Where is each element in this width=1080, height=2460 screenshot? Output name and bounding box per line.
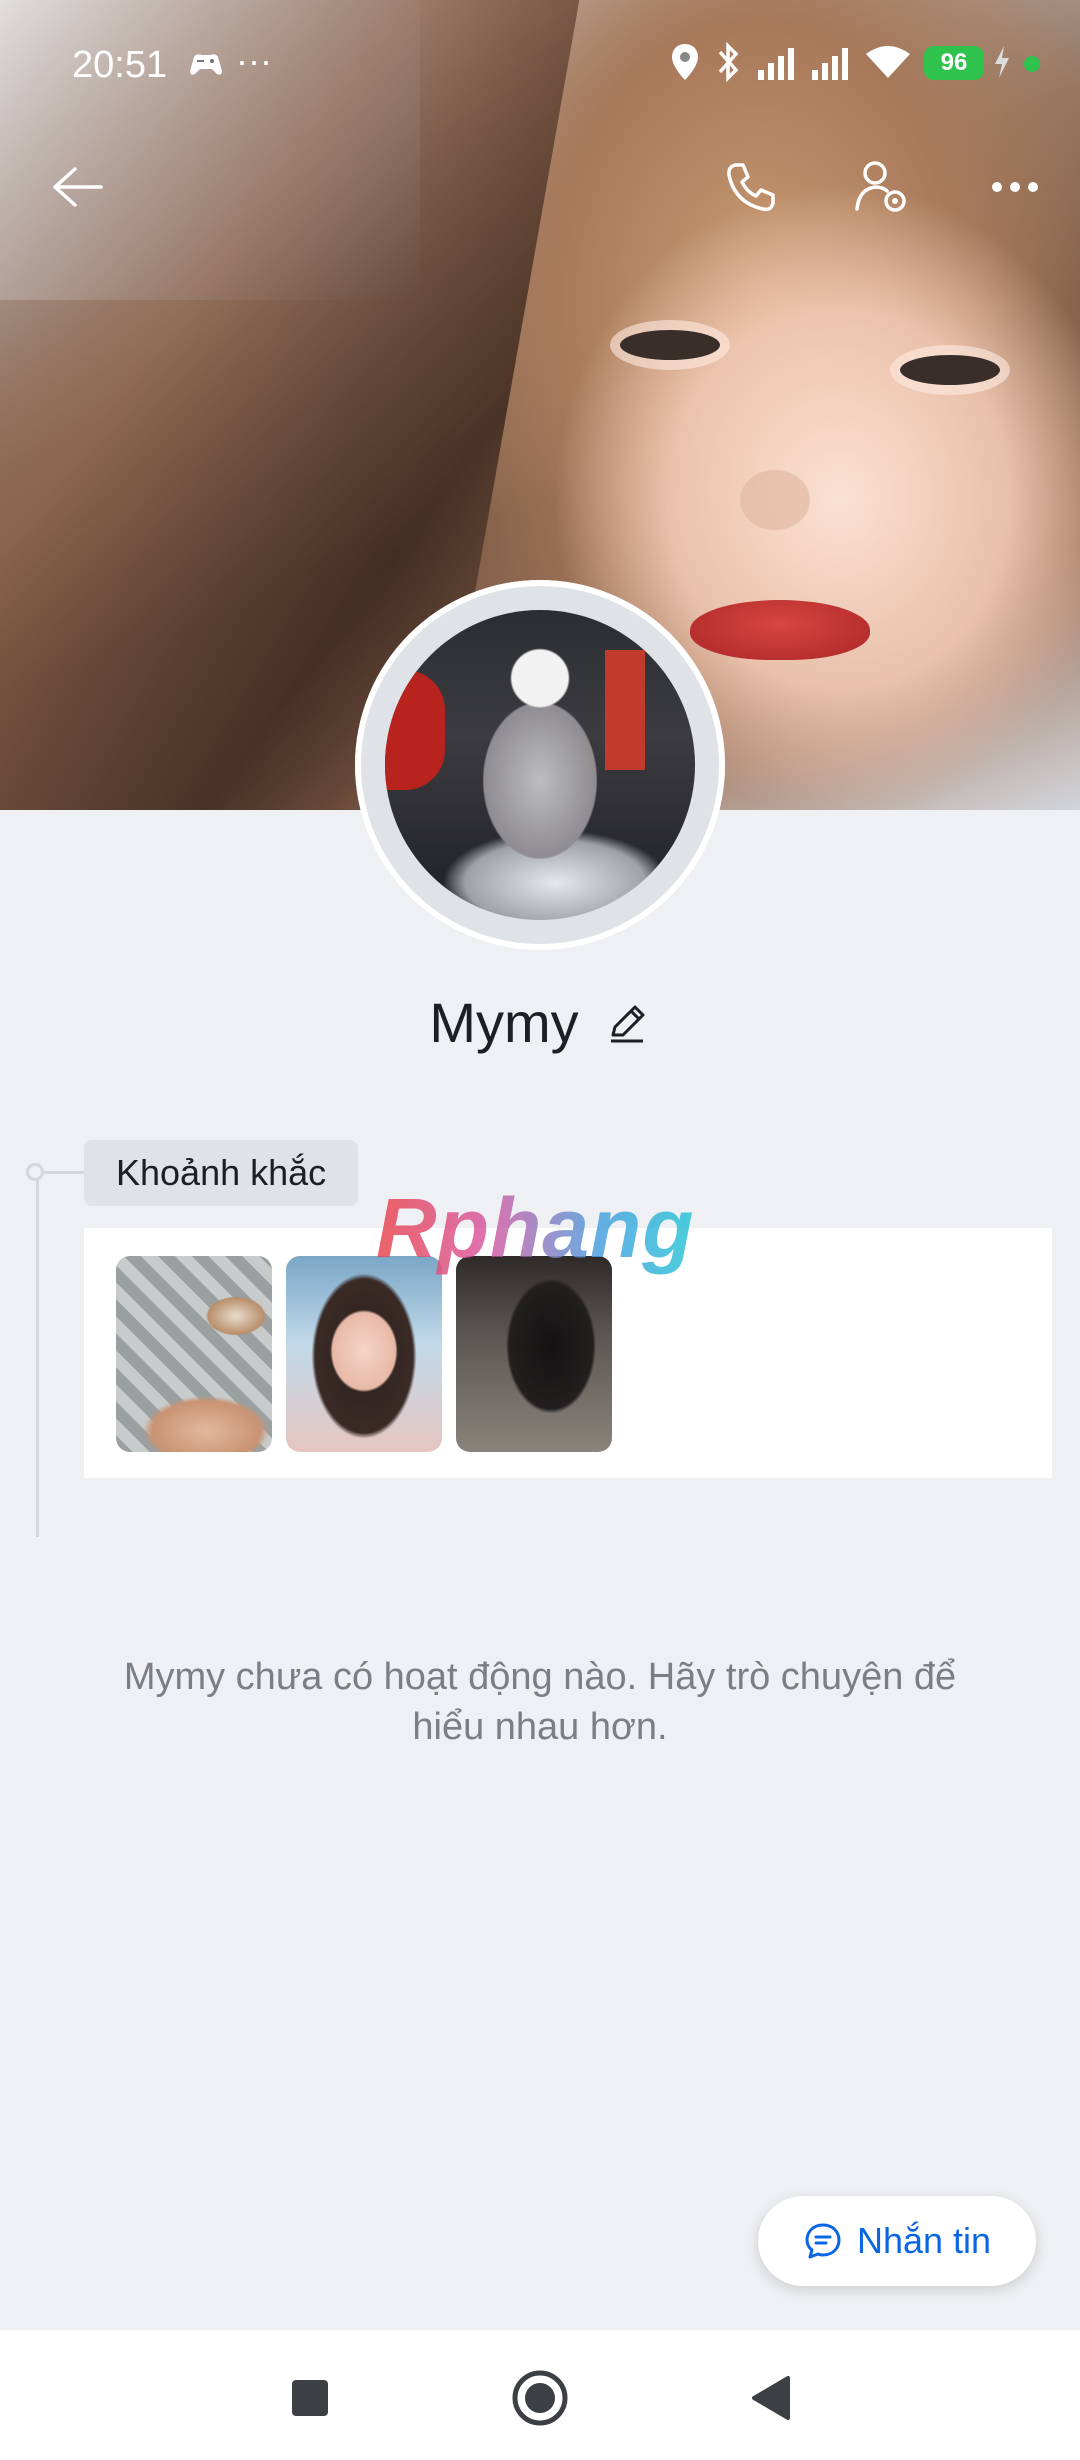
edit-name-button[interactable] — [603, 999, 651, 1047]
triangle-back-icon — [752, 2376, 790, 2420]
profile-settings-button[interactable] — [838, 142, 928, 232]
signal-1-icon — [756, 46, 800, 91]
timeline-connector — [44, 1171, 84, 1174]
charging-icon — [992, 44, 1012, 89]
timeline-line — [36, 1172, 39, 1537]
signal-2-icon — [810, 46, 854, 91]
chat-bubble-icon — [803, 2221, 843, 2261]
profile-name: Mymy — [429, 991, 579, 1054]
back-button[interactable] — [32, 142, 122, 232]
moment-thumbnail-2[interactable] — [286, 1256, 442, 1452]
moment-thumbnail-3[interactable] — [456, 1256, 612, 1452]
avatar[interactable] — [385, 610, 695, 920]
message-button-label: Nhắn tin — [856, 2220, 992, 2261]
moment-thumbnail-1[interactable] — [116, 1256, 272, 1452]
watermark-logo: Rphang — [376, 1181, 695, 1275]
phone-icon — [727, 163, 775, 212]
bluetooth-icon — [716, 41, 742, 91]
empty-activity-message: Mymy chưa có hoạt động nào. Hãy trò chuy… — [123, 1656, 957, 1748]
pencil-icon — [610, 1005, 645, 1042]
more-button[interactable] — [970, 142, 1060, 232]
call-button[interactable] — [706, 142, 796, 232]
moments-label: Khoảnh khắc — [84, 1140, 359, 1206]
arrow-left-icon — [53, 167, 103, 207]
more-notifications-icon: ··· — [236, 40, 272, 81]
square-icon — [292, 2380, 328, 2416]
profile-name-row: Mymy — [0, 990, 1080, 1055]
back-nav-button[interactable] — [730, 2358, 810, 2438]
status-bar: 20:51 ··· 96 — [0, 0, 1080, 120]
recents-button[interactable] — [270, 2358, 350, 2438]
home-button[interactable] — [500, 2358, 580, 2438]
system-navigation-bar — [0, 2330, 1080, 2460]
battery-icon: 96 — [924, 46, 984, 80]
more-horizontal-icon — [992, 182, 1038, 192]
profile-page: 20:51 ··· 96 Mymy Khoảnh khắc Rphang Mym… — [0, 0, 1080, 2460]
gamepad-icon — [188, 46, 224, 88]
notification-dot — [1024, 56, 1040, 72]
message-button[interactable]: Nhắn tin — [758, 2196, 1036, 2286]
wifi-icon — [864, 44, 912, 89]
location-icon — [670, 42, 700, 91]
circle-home-icon — [512, 2370, 568, 2426]
status-time: 20:51 — [72, 44, 168, 86]
user-settings-icon — [855, 161, 906, 212]
timeline-node — [26, 1163, 44, 1181]
